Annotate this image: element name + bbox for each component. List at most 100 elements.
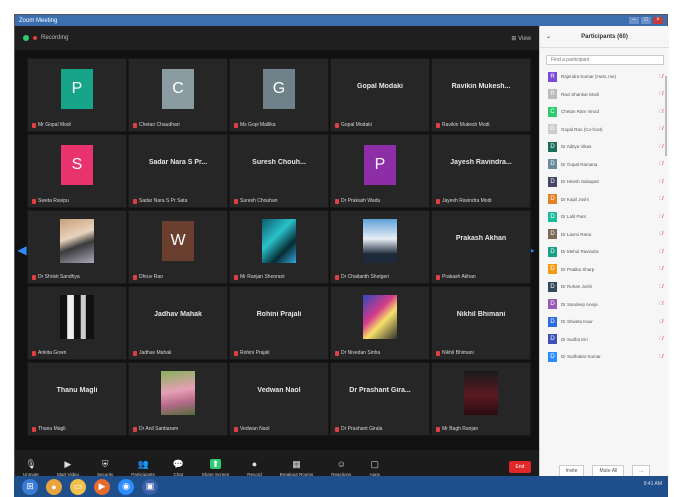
participant-list-item[interactable]: D Dr Rohan Joshi 🎙̸	[540, 278, 669, 296]
muted-mic-icon	[335, 426, 339, 432]
participant-status-icons[interactable]: 🎙̸	[647, 249, 663, 255]
participant-list-item[interactable]: D Dr Shweta Kaur 🎙̸	[540, 313, 669, 331]
participant-status-icons[interactable]: 🎙̸	[647, 196, 663, 202]
view-button[interactable]: ⊞ View	[511, 35, 531, 42]
participant-video-tile[interactable]: Dr Shristi Sandhya	[27, 210, 127, 284]
participant-video-tile[interactable]: Jadhav Mahak Jadhav Mahak	[128, 286, 228, 360]
shield-status-icon[interactable]	[23, 35, 29, 41]
smile-icon: ☺	[336, 458, 346, 469]
participant-video-tile[interactable]: Jayesh Ravindra... Jayesh Ravindra Modi	[431, 134, 531, 208]
taskbar-app-icon[interactable]: ▣	[142, 478, 158, 495]
apps-icon: ▢	[370, 458, 380, 469]
participant-video-tile[interactable]: Dr Chaitanth Shetgeri	[330, 210, 430, 284]
participant-status-icons[interactable]: 🎙̸	[647, 126, 663, 132]
participant-video-tile[interactable]: Ankita Gowri	[27, 286, 127, 360]
participant-list-item[interactable]: D Dr Pratika Sharp 🎙̸	[540, 261, 669, 279]
participant-video-tile[interactable]: G Ms Gopi Mallika	[229, 58, 329, 132]
participant-avatar: P	[364, 145, 396, 185]
previous-page-arrow-icon[interactable]: ◀	[17, 232, 27, 268]
participant-display-name: Ravikin Mukesh...	[451, 83, 511, 90]
participant-video-tile[interactable]: Mr Ranjan Sheorani	[229, 210, 329, 284]
toolbar-chat-button[interactable]: 💬 Chat	[173, 459, 184, 477]
toolbar-people-button[interactable]: 👥 Participants	[131, 459, 155, 477]
rooms-icon: ▦	[292, 458, 301, 469]
toolbar-rooms-button[interactable]: ▦ Breakout Rooms	[280, 459, 314, 477]
participant-status-icons[interactable]: 🎙̸	[647, 266, 663, 272]
tile-name-label: Sadar Nara S Pr Sata	[133, 198, 187, 204]
start-menu-icon[interactable]: ⊞	[22, 478, 38, 495]
participant-list-item[interactable]: D Dr Hitesh Sabapati 🎙̸	[540, 173, 669, 191]
participant-list-item[interactable]: D Dr Mehul Ravindra 🎙̸	[540, 243, 669, 261]
participant-status-icons[interactable]: 🎙̸	[647, 74, 663, 80]
participant-video-tile[interactable]: Thanu Magli Thanu Magli	[27, 362, 127, 436]
participant-list-scrollbar[interactable]	[665, 76, 667, 156]
toolbar-smile-button[interactable]: ☺ Reactions	[331, 459, 351, 477]
participant-video-tile[interactable]: Dr Anil Sanbaram	[128, 362, 228, 436]
toolbar-video-button[interactable]: ▶ Start Video	[57, 459, 79, 477]
muted-mic-icon	[133, 122, 137, 128]
participant-status-icons[interactable]: 🎙̸	[647, 301, 663, 307]
file-explorer-icon[interactable]: ▭	[70, 478, 86, 495]
participant-video-tile[interactable]: Rohini Prajali Rohini Prajali	[229, 286, 329, 360]
participant-status-icons[interactable]: 🎙̸	[647, 336, 663, 342]
participant-status-icons[interactable]: 🎙̸	[647, 231, 663, 237]
toolbar-record-button[interactable]: ● Record	[247, 459, 262, 477]
participant-video-tile[interactable]: Mr Bagh Ranjan	[431, 362, 531, 436]
tile-label-text: Dr Nivedan Sinha	[341, 350, 381, 356]
maximize-button[interactable]: □	[641, 17, 651, 24]
participant-status-icons[interactable]: 🎙̸	[647, 214, 663, 220]
participant-list-item[interactable]: D Dr Kapil Joshi 🎙̸	[540, 191, 669, 209]
tile-label-text: Vedwan Naol	[240, 426, 270, 432]
participant-list-item[interactable]: D Dr Lalit Pant 🎙̸	[540, 208, 669, 226]
participant-status-icons[interactable]: 🎙̸	[647, 179, 663, 185]
participant-list-item[interactable]: D Dr Laxmi Rana 🎙̸	[540, 226, 669, 244]
window-controls: – □ ×	[629, 17, 663, 24]
participant-video-tile[interactable]: Suresh Chouh... Suresh Chouhan	[229, 134, 329, 208]
participant-video-tile[interactable]: Sadar Nara S Pr... Sadar Nara S Pr Sata	[128, 134, 228, 208]
participant-list-item[interactable]: G Gopal Rao (Co-host) 🎙̸	[540, 121, 669, 139]
participant-list-item[interactable]: C Chetan Ram Vinod 🎙̸	[540, 103, 669, 121]
collapse-chevron-icon[interactable]: ⌄	[546, 33, 551, 40]
toolbar-shield-button[interactable]: ⛨ Security	[97, 459, 113, 477]
participant-video-tile[interactable]: Dr Nivedan Sinha	[330, 286, 430, 360]
participant-video-tile[interactable]: Vedwan Naol Vedwan Naol	[229, 362, 329, 436]
close-button[interactable]: ×	[653, 17, 663, 24]
tile-name-label: Mr Ranjan Sheorani	[234, 274, 284, 280]
participant-list-name: Chetan Ram Vinod	[561, 109, 599, 115]
participant-status-icons[interactable]: 🎙̸	[647, 319, 663, 325]
end-meeting-button[interactable]: End	[509, 461, 531, 473]
participant-list-item[interactable]: D Dr Sudha Kiri 🎙̸	[540, 331, 669, 349]
participant-search-input[interactable]	[546, 55, 664, 65]
tile-label-text: Ankita Gowri	[38, 350, 67, 356]
participant-video-tile[interactable]: P Dr Prakash Wadu	[330, 134, 430, 208]
participant-video-tile[interactable]: W Dhruv Rao	[128, 210, 228, 284]
participant-status-icons[interactable]: 🎙̸	[647, 161, 663, 167]
toolbar-share-button[interactable]: ⬆ Share Screen	[202, 458, 229, 477]
participant-status-icons[interactable]: 🎙̸	[647, 109, 663, 115]
participant-video-tile[interactable]: S Sweta Ravipu	[27, 134, 127, 208]
participant-status-icons[interactable]: 🎙̸	[647, 144, 663, 150]
participant-list-item[interactable]: D Dr Gopal Ramana 🎙̸	[540, 156, 669, 174]
media-player-icon[interactable]: ▶	[94, 478, 110, 495]
participant-video-tile[interactable]: Ravikin Mukesh... Ravikin Mukesh Modi	[431, 58, 531, 132]
participant-list-item[interactable]: R Rajendra Kumar (Host, me) 🎙̸	[540, 68, 669, 86]
participant-status-icons[interactable]: 🎙̸	[647, 284, 663, 290]
participant-list-item[interactable]: D Dr Sandeep Aneja 🎙̸	[540, 296, 669, 314]
participant-video-tile[interactable]: Gopal Modaki Gopal Modaki	[330, 58, 430, 132]
muted-mic-icon	[234, 122, 238, 128]
participant-list-item[interactable]: D Dr Aditya Vikas 🎙̸	[540, 138, 669, 156]
toolbar-mic-button[interactable]: 🎙 Unmute	[23, 459, 39, 477]
zoom-app-icon[interactable]: ◉	[118, 478, 134, 495]
participant-video-tile[interactable]: C Chetan Chaudhari	[128, 58, 228, 132]
participant-list-item[interactable]: R Ravi Shankar Modi 🎙̸	[540, 86, 669, 104]
minimize-button[interactable]: –	[629, 17, 639, 24]
participant-video-tile[interactable]: P Mr Gopal Modi	[27, 58, 127, 132]
participant-video-tile[interactable]: Nikhil Bhimani Nikhil Bhimani	[431, 286, 531, 360]
chrome-browser-icon[interactable]: ●	[46, 478, 62, 495]
participant-video-tile[interactable]: Prakash Akhan Prakash Akhan	[431, 210, 531, 284]
toolbar-apps-button[interactable]: ▢ Apps	[369, 459, 380, 477]
participant-status-icons[interactable]: 🎙̸	[647, 354, 663, 360]
participant-list-item[interactable]: D Dr Sudhakar Kumar 🎙̸	[540, 348, 669, 366]
participant-status-icons[interactable]: 🎙̸	[647, 91, 663, 97]
participant-video-tile[interactable]: Dr Prashant Gira... Dr Prashant Girala	[330, 362, 430, 436]
